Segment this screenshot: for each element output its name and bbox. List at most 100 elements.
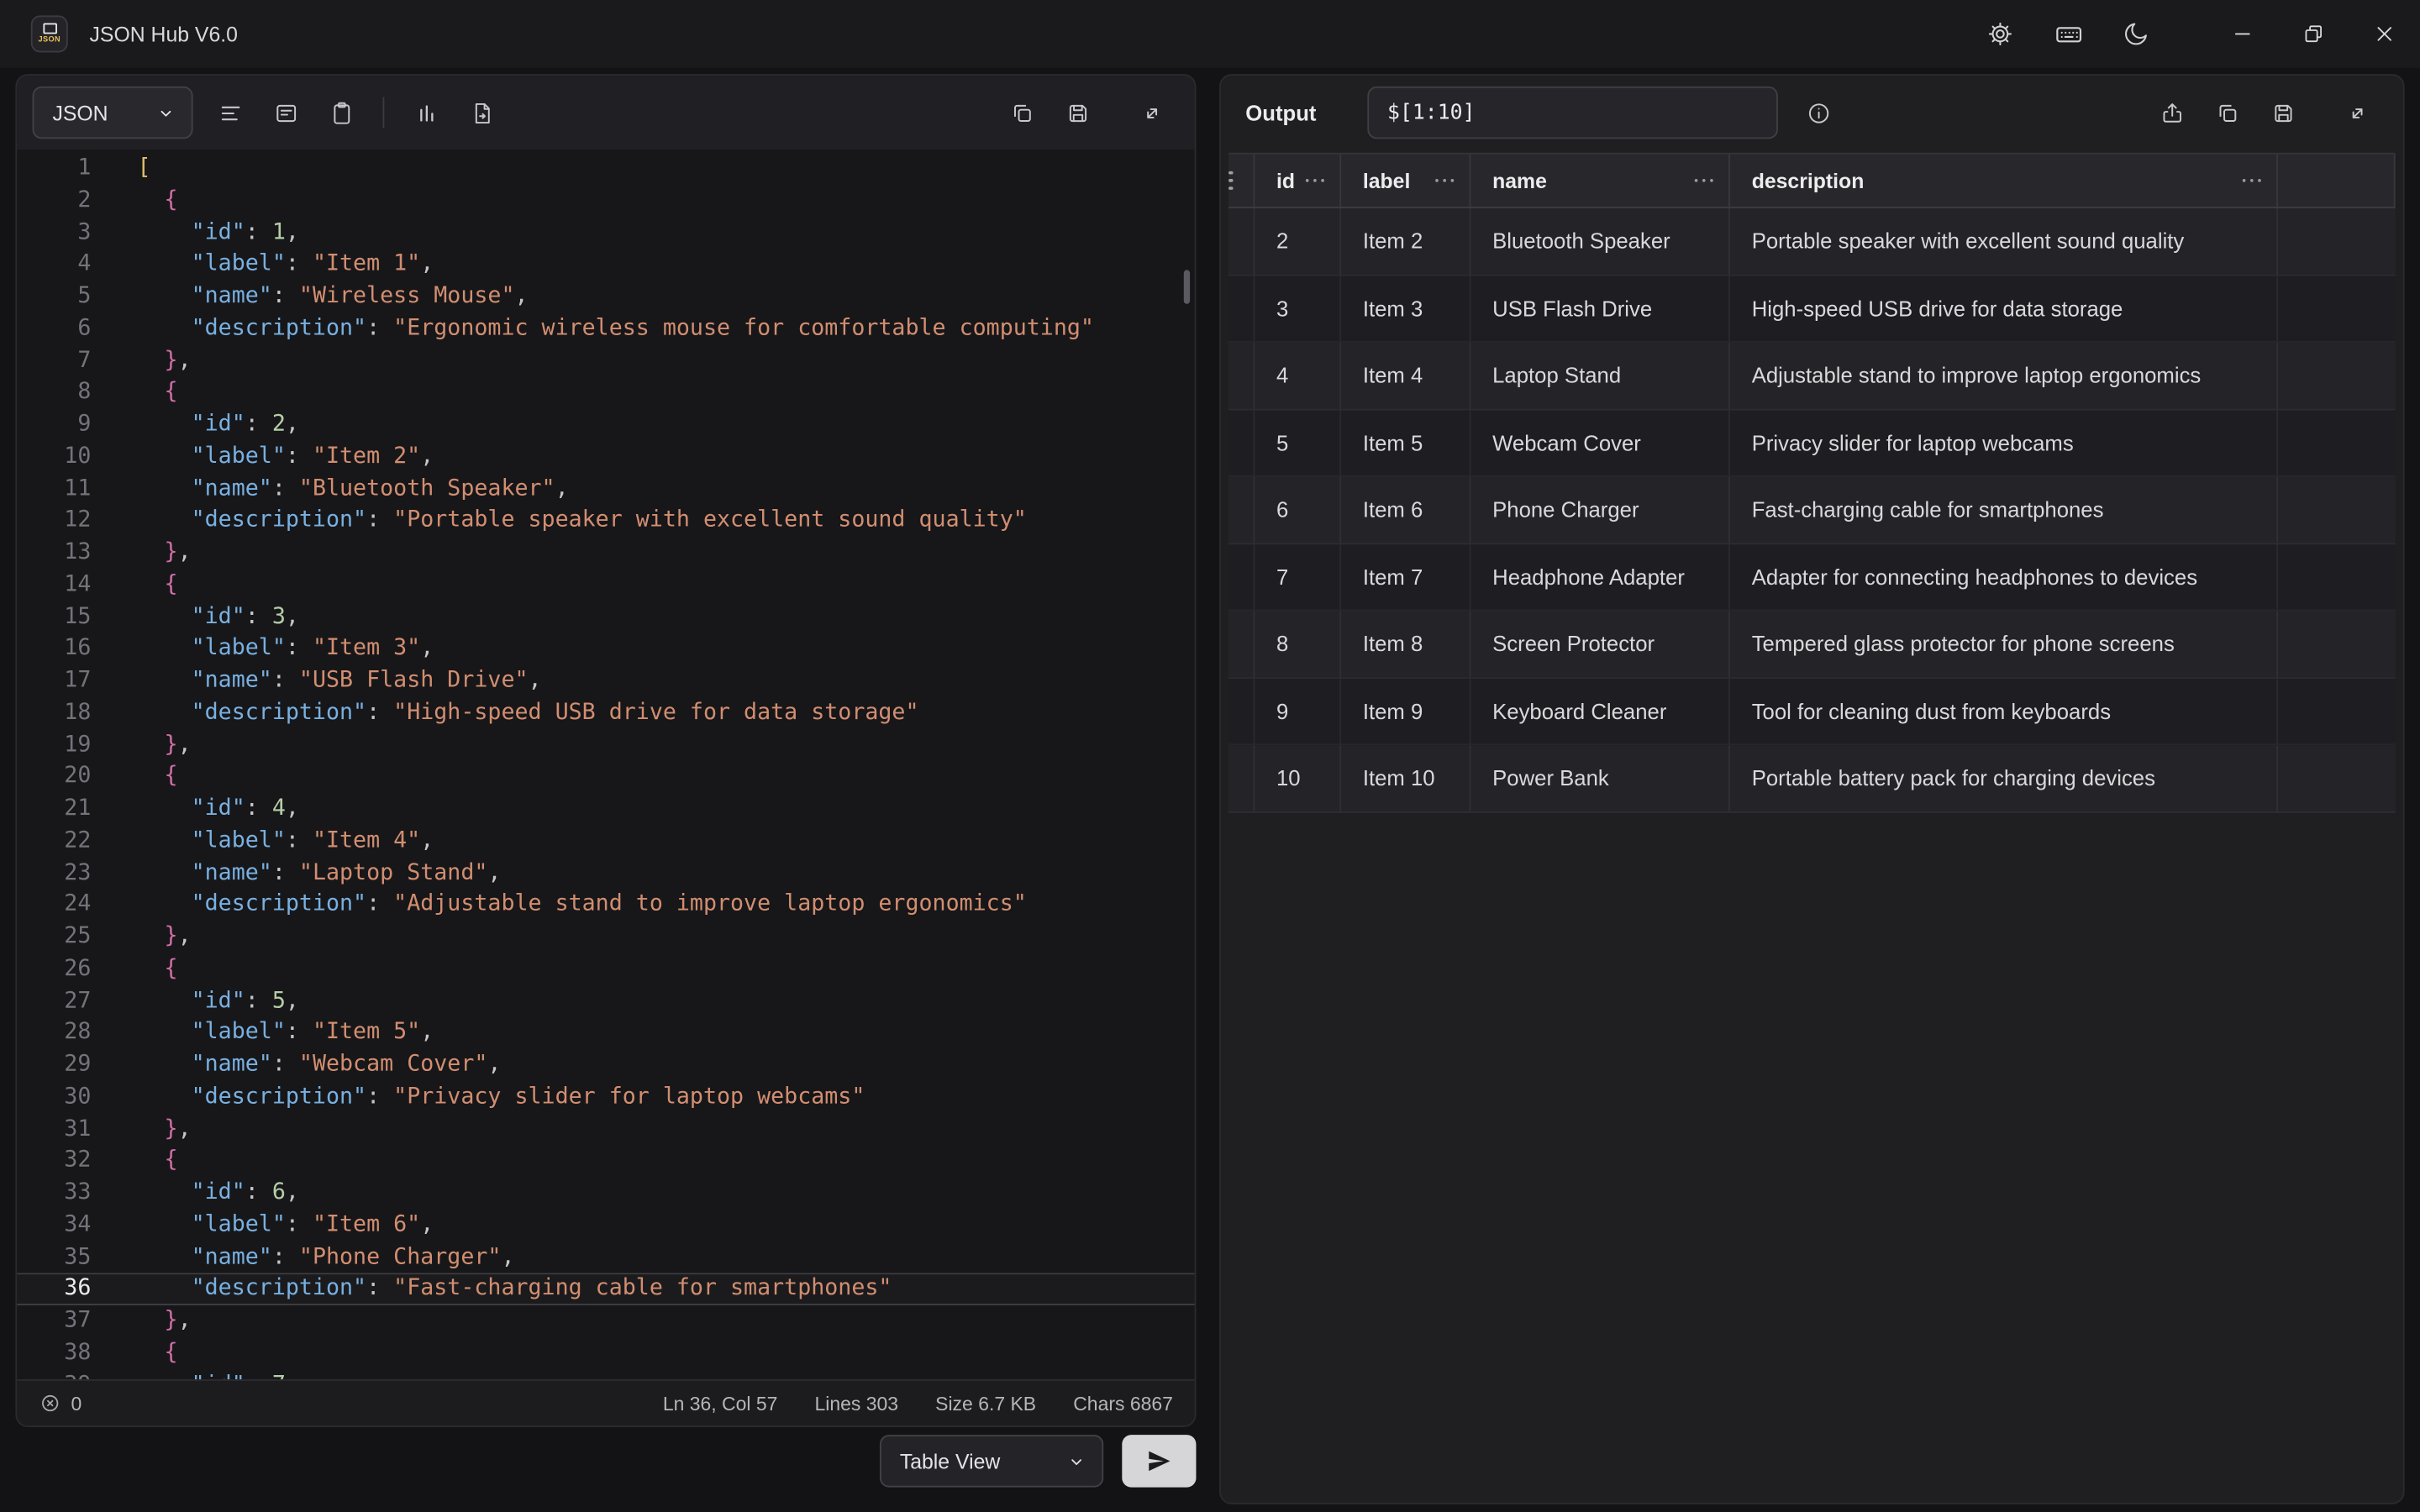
table-cell: Privacy slider for laptop webcams [1730, 410, 2278, 475]
close-button[interactable] [2349, 0, 2420, 68]
editor-line: 30 "description": "Privacy slider for la… [17, 1081, 1194, 1113]
line-number: 14 [17, 569, 109, 601]
minimize-button[interactable] [2207, 0, 2278, 68]
paste-button[interactable] [313, 87, 369, 139]
info-icon [1807, 99, 1833, 125]
editor-line: 38 { [17, 1337, 1194, 1369]
copy-icon [2214, 99, 2240, 125]
moon-icon [2123, 20, 2150, 48]
column-header-description[interactable]: description [1730, 155, 2278, 207]
line-code: "name": "Laptop Stand", [109, 857, 1194, 889]
format-button[interactable] [203, 87, 258, 139]
table-cell: Adjustable stand to improve laptop ergon… [1730, 343, 2278, 408]
line-number: 33 [17, 1177, 109, 1209]
row-handle-cell [1228, 745, 1255, 811]
line-number: 13 [17, 537, 109, 569]
column-header-name[interactable]: name [1470, 155, 1730, 207]
table-row: 7Item 7Headphone AdapterAdapter for conn… [1228, 543, 2396, 611]
table-cell: Tool for cleaning dust from keyboards [1730, 678, 2278, 743]
scrollbar-thumb[interactable] [1184, 270, 1190, 303]
row-spacer-cell [2278, 611, 2396, 676]
language-select[interactable]: JSON [33, 87, 193, 139]
column-header-label[interactable]: label [1341, 155, 1470, 207]
column-stats-button[interactable] [398, 87, 454, 139]
table-cell: Portable speaker with excellent sound qu… [1730, 208, 2278, 274]
share-button[interactable] [2144, 87, 2199, 139]
table-cell: Adapter for connecting headphones to dev… [1730, 543, 2278, 609]
save-button[interactable] [1050, 87, 1105, 139]
editor-line: 35 "name": "Phone Charger", [17, 1242, 1194, 1273]
line-number: 25 [17, 921, 109, 953]
convert-file-button[interactable] [454, 87, 509, 139]
theme-toggle-button[interactable] [2102, 0, 2170, 68]
column-header-id[interactable]: id [1255, 155, 1341, 207]
editor-panel: JSON [15, 74, 1196, 1427]
line-number: 7 [17, 345, 109, 377]
view-mode-select[interactable]: Table View [880, 1435, 1103, 1487]
table-drag-handle[interactable] [1228, 155, 1255, 207]
column-menu-icon[interactable] [2242, 179, 2260, 182]
table-cell: Item 2 [1341, 208, 1470, 274]
editor-line: 13 }, [17, 537, 1194, 569]
maximize-restore-button[interactable] [2278, 0, 2349, 68]
expand-output-button[interactable] [2329, 87, 2385, 139]
line-number: 22 [17, 825, 109, 857]
json-editor[interactable]: 1[2 {3 "id": 1,4 "label": "Item 1",5 "na… [17, 150, 1194, 1379]
table-cell: Webcam Cover [1470, 410, 1730, 475]
table-cell: Item 7 [1341, 543, 1470, 609]
row-handle-cell [1228, 543, 1255, 609]
line-code: "id": 3, [109, 601, 1194, 633]
editor-tools [203, 87, 510, 139]
error-count: 0 [39, 1392, 82, 1415]
line-number: 38 [17, 1337, 109, 1369]
editor-line: 9 "id": 2, [17, 409, 1194, 441]
editor-line: 23 "name": "Laptop Stand", [17, 857, 1194, 889]
app-logo-icon: JSON [31, 15, 68, 52]
row-handle-cell [1228, 611, 1255, 676]
line-code: }, [109, 345, 1194, 377]
title-bar-actions [1966, 0, 2420, 68]
line-code: "description": "Adjustable stand to impr… [109, 889, 1194, 921]
copy-output-button[interactable] [2199, 87, 2254, 139]
editor-line: 18 "description": "High-speed USB drive … [17, 697, 1194, 729]
row-spacer-cell [2278, 678, 2396, 743]
keyboard-shortcuts-button[interactable] [2034, 0, 2102, 68]
run-query-button[interactable] [1122, 1435, 1196, 1487]
query-input[interactable] [1367, 87, 1778, 139]
table-cell: Bluetooth Speaker [1470, 208, 1730, 274]
save-output-button[interactable] [2254, 87, 2310, 139]
expand-editor-button[interactable] [1123, 87, 1179, 139]
editor-line: 7 }, [17, 345, 1194, 377]
table-cell: Item 10 [1341, 745, 1470, 811]
editor-line: 15 "id": 3, [17, 601, 1194, 633]
editor-line: 11 "name": "Bluetooth Speaker", [17, 473, 1194, 505]
line-number: 3 [17, 217, 109, 249]
settings-button[interactable] [1966, 0, 2034, 68]
query-info-button[interactable] [1793, 87, 1845, 139]
column-header-spacer [2278, 155, 2396, 207]
clipboard-icon [328, 99, 354, 125]
row-spacer-cell [2278, 276, 2396, 341]
minify-button[interactable] [258, 87, 313, 139]
table-row: 2Item 2Bluetooth SpeakerPortable speaker… [1228, 208, 2396, 276]
app-window: JSON JSON Hub V6.0 [0, 0, 2420, 1512]
table-row: 4Item 4Laptop StandAdjustable stand to i… [1228, 343, 2396, 410]
column-menu-icon[interactable] [1435, 179, 1454, 182]
minimize-icon [2230, 22, 2254, 46]
column-menu-icon[interactable] [1306, 179, 1324, 182]
line-code: { [109, 377, 1194, 409]
table-cell: Item 9 [1341, 678, 1470, 743]
table-header-row: id label name description [1228, 153, 2396, 208]
copy-button[interactable] [994, 87, 1050, 139]
keyboard-icon [2054, 19, 2083, 49]
table-cell: 3 [1255, 276, 1341, 341]
column-menu-icon[interactable] [1694, 179, 1712, 182]
table-cell: Power Bank [1470, 745, 1730, 811]
table-cell: 9 [1255, 678, 1341, 743]
editor-line: 37 }, [17, 1305, 1194, 1337]
line-code: }, [109, 921, 1194, 953]
output-header: Output [1221, 76, 2403, 150]
column-label: description [1752, 169, 1865, 192]
editor-line: 25 }, [17, 921, 1194, 953]
line-code: "description": "Portable speaker with ex… [109, 505, 1194, 537]
